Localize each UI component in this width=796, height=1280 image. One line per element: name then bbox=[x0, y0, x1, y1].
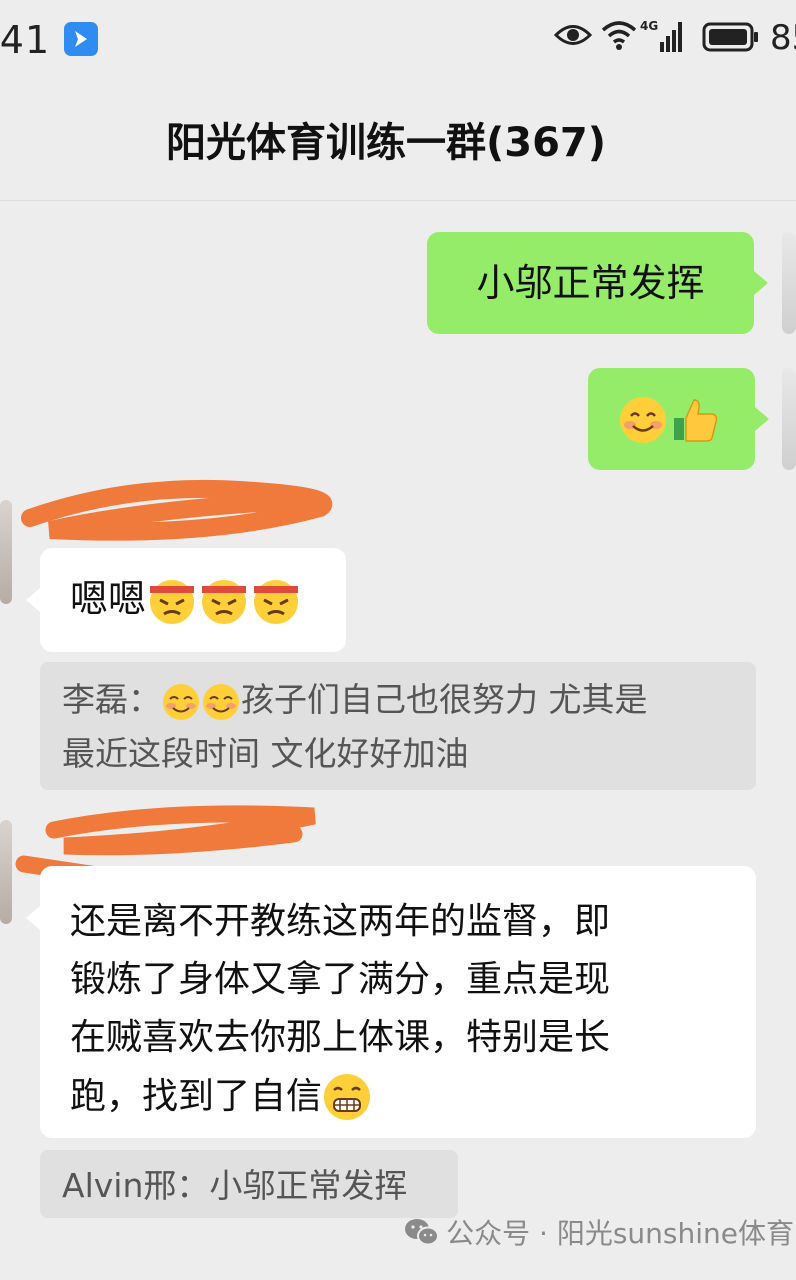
wifi-icon bbox=[601, 21, 637, 50]
watermark: 公众号 · 阳光sunshine体育 bbox=[404, 1212, 794, 1252]
eye-icon bbox=[554, 25, 592, 45]
blush-emoji bbox=[163, 683, 199, 720]
status-bar: :41 4G 85 bbox=[0, 0, 796, 80]
bubble-tail bbox=[26, 906, 40, 930]
message-bubble-incoming[interactable]: 嗯嗯 bbox=[26, 548, 346, 652]
battery-icon bbox=[702, 22, 758, 52]
headband-emoji bbox=[202, 579, 247, 624]
message-text: 嗯嗯 bbox=[70, 577, 147, 621]
notification-app-icon bbox=[64, 22, 98, 56]
bubble-tail bbox=[755, 407, 769, 431]
signal-icon: 4G bbox=[640, 19, 682, 52]
blush-emoji bbox=[203, 683, 239, 720]
own-avatar[interactable] bbox=[782, 232, 796, 334]
name-redaction bbox=[21, 479, 333, 541]
quote-text: Alvin邢：小邬正常发挥 bbox=[62, 1166, 408, 1205]
chat-title[interactable]: 阳光体育训练一群(367) bbox=[0, 110, 796, 168]
message-line: 跑，找到了自信 bbox=[70, 1075, 323, 1117]
own-avatar[interactable] bbox=[782, 368, 796, 470]
headband-emoji bbox=[254, 579, 299, 624]
battery-percent: 85 bbox=[770, 18, 796, 58]
watermark-text: 公众号 · 阳光sunshine体育 bbox=[446, 1217, 794, 1250]
message-line: 锻炼了身体又拿了满分，重点是现 bbox=[70, 959, 611, 1000]
quote-text: 孩子们自己也很努力 尤其是 bbox=[241, 680, 648, 719]
svg-text:4G: 4G bbox=[640, 19, 658, 33]
quoted-reply[interactable]: 李磊： 孩子们自己也很努力 尤其是 最近这段时间 文化好好加油 bbox=[40, 662, 756, 790]
message-bubble-outgoing[interactable]: 小邬正常发挥 bbox=[427, 232, 768, 334]
chat-header: 阳光体育训练一群(367) bbox=[0, 80, 796, 201]
quoted-reply[interactable]: Alvin邢：小邬正常发挥 bbox=[40, 1150, 458, 1218]
quote-author: 李磊： bbox=[62, 680, 161, 719]
message-text: 小邬正常发挥 bbox=[476, 261, 705, 305]
smile-emoji bbox=[620, 397, 666, 443]
status-time: :41 bbox=[0, 18, 51, 62]
message-line: 还是离不开教练这两年的监督，即 bbox=[70, 901, 611, 942]
bubble-tail bbox=[26, 588, 40, 612]
message-line: 在贼喜欢去你那上体课，特别是长 bbox=[70, 1017, 611, 1058]
message-bubble-incoming[interactable]: 还是离不开教练这两年的监督，即 锻炼了身体又拿了满分，重点是现 在贼喜欢去你那上… bbox=[26, 866, 756, 1138]
wechat-icon bbox=[405, 1219, 440, 1246]
headband-emoji bbox=[150, 579, 195, 624]
bubble-tail bbox=[754, 271, 768, 295]
grimace-emoji bbox=[324, 1074, 371, 1120]
message-bubble-outgoing[interactable] bbox=[588, 368, 769, 470]
thumbs-up-emoji bbox=[674, 399, 718, 442]
quote-text: 最近这段时间 文化好好加油 bbox=[62, 734, 469, 773]
